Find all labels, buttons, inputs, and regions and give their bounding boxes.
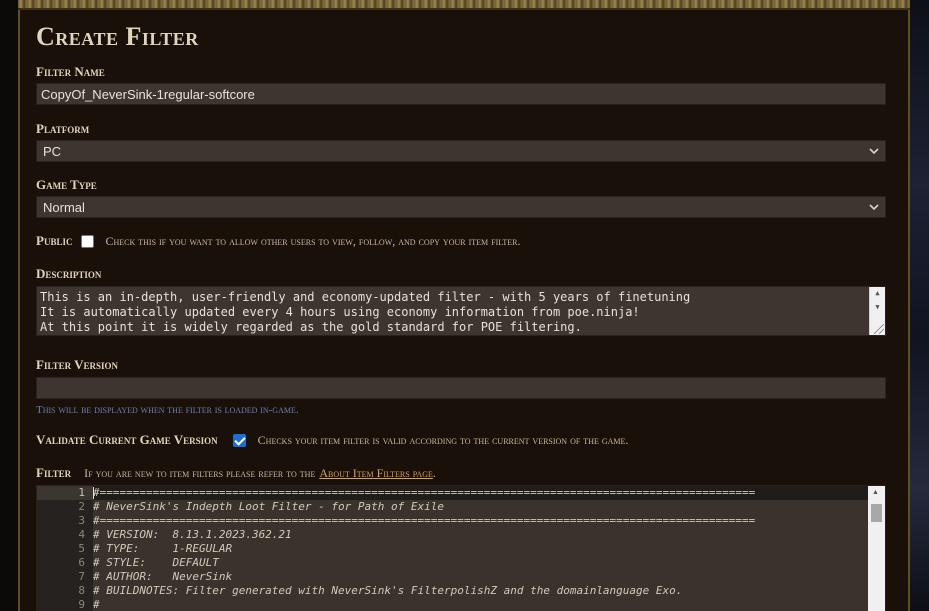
code-line[interactable]: 9 # bbox=[37, 598, 869, 611]
filter-hint-suffix: . bbox=[432, 466, 436, 480]
code-line[interactable]: 3 #=====================================… bbox=[37, 514, 869, 528]
line-text: # NeverSink's Indepth Loot Filter - for … bbox=[93, 500, 444, 513]
public-label: Public bbox=[36, 233, 73, 248]
description-line: At this point it is widely regarded as t… bbox=[40, 320, 582, 334]
validate-label: Validate Current Game Version bbox=[36, 432, 218, 447]
filter-name-input[interactable]: CopyOf_NeverSink-1regular-softcore bbox=[36, 83, 886, 105]
platform-selected-value: PC bbox=[43, 144, 62, 159]
filter-name-value: CopyOf_NeverSink-1regular-softcore bbox=[41, 87, 255, 102]
scroll-up-arrow-icon[interactable]: ▲ bbox=[868, 486, 883, 498]
description-line: This is an in-depth, user-friendly and e… bbox=[40, 290, 691, 304]
line-number: 6 bbox=[78, 556, 85, 569]
chevron-down-icon bbox=[869, 200, 879, 214]
filter-version-note: This will be displayed when the filter i… bbox=[36, 404, 299, 416]
line-number: 5 bbox=[78, 542, 85, 555]
scroll-down-arrow-icon[interactable]: ▼ bbox=[870, 301, 885, 313]
public-row: Public Check this if you want to allow o… bbox=[36, 233, 521, 249]
page-title: Create Filter bbox=[36, 22, 199, 51]
line-number: 1 bbox=[37, 486, 93, 500]
code-line[interactable]: 4 # VERSION: 8.13.1.2023.362.21 bbox=[37, 528, 869, 542]
filter-code-editor[interactable]: 1 #=====================================… bbox=[36, 485, 886, 611]
code-line[interactable]: 1 #=====================================… bbox=[37, 486, 869, 500]
about-item-filters-link[interactable]: About Item Filters page bbox=[319, 466, 433, 481]
filter-version-input[interactable] bbox=[36, 377, 886, 399]
public-checkbox[interactable] bbox=[81, 234, 95, 248]
code-line[interactable]: 8 # BUILDNOTES: Filter generated with Ne… bbox=[37, 584, 869, 598]
validate-row: Validate Current Game Version Checks you… bbox=[36, 432, 628, 448]
validate-hint: Checks your item filter is valid accordi… bbox=[257, 432, 629, 447]
code-line[interactable]: 5 # TYPE: 1-REGULAR bbox=[37, 542, 869, 556]
code-line[interactable]: 7 # AUTHOR: NeverSink bbox=[37, 570, 869, 584]
platform-label: Platform bbox=[36, 121, 90, 136]
description-textarea[interactable]: This is an in-depth, user-friendly and e… bbox=[36, 286, 886, 336]
validate-checkbox[interactable] bbox=[232, 433, 246, 447]
line-text: # AUTHOR: NeverSink bbox=[93, 570, 233, 583]
line-text: # bbox=[93, 598, 100, 611]
game-type-selected-value: Normal bbox=[43, 200, 85, 215]
chevron-down-icon bbox=[869, 144, 879, 158]
line-text: # BUILDNOTES: Filter generated with Neve… bbox=[93, 584, 683, 597]
game-type-select[interactable]: Normal bbox=[36, 196, 886, 218]
description-label: Description bbox=[36, 266, 102, 281]
filter-row: Filter If you are new to item filters pl… bbox=[36, 465, 436, 481]
game-type-label: Game Type bbox=[36, 177, 97, 192]
code-line[interactable]: 2 # NeverSink's Indepth Loot Filter - fo… bbox=[37, 500, 869, 514]
filter-label: Filter bbox=[36, 465, 72, 480]
panel-top-border bbox=[18, 0, 910, 10]
description-line: It is automatically updated every 4 hour… bbox=[40, 305, 640, 319]
text-cursor bbox=[93, 487, 94, 499]
editor-scrollbar[interactable]: ▲ bbox=[868, 486, 885, 611]
line-number: 8 bbox=[78, 584, 85, 597]
line-text: #=======================================… bbox=[93, 486, 756, 499]
background-art bbox=[907, 0, 929, 611]
filter-name-label: Filter Name bbox=[36, 64, 105, 79]
filter-hint-prefix: If you are new to item filters please re… bbox=[84, 466, 316, 480]
resize-grip-icon[interactable] bbox=[874, 324, 884, 334]
line-number: 7 bbox=[78, 570, 85, 583]
line-number: 2 bbox=[78, 500, 85, 513]
line-number: 3 bbox=[78, 514, 85, 527]
platform-select[interactable]: PC bbox=[36, 140, 886, 162]
public-hint: Check this if you want to allow other us… bbox=[105, 233, 521, 248]
line-number: 4 bbox=[78, 528, 85, 541]
line-text: #=======================================… bbox=[93, 514, 756, 527]
code-line[interactable]: 6 # STYLE: DEFAULT bbox=[37, 556, 869, 570]
line-number: 9 bbox=[78, 598, 85, 611]
code-lines: 1 #=====================================… bbox=[37, 486, 869, 611]
line-text: # STYLE: DEFAULT bbox=[93, 556, 219, 569]
filter-version-label: Filter Version bbox=[36, 357, 119, 372]
line-text: # VERSION: 8.13.1.2023.362.21 bbox=[93, 528, 292, 541]
create-filter-panel: Create Filter Filter Name CopyOf_NeverSi… bbox=[18, 10, 910, 611]
scroll-up-arrow-icon[interactable]: ▲ bbox=[870, 287, 885, 299]
scrollbar-thumb[interactable] bbox=[871, 504, 882, 522]
line-text: # TYPE: 1-REGULAR bbox=[93, 542, 233, 555]
